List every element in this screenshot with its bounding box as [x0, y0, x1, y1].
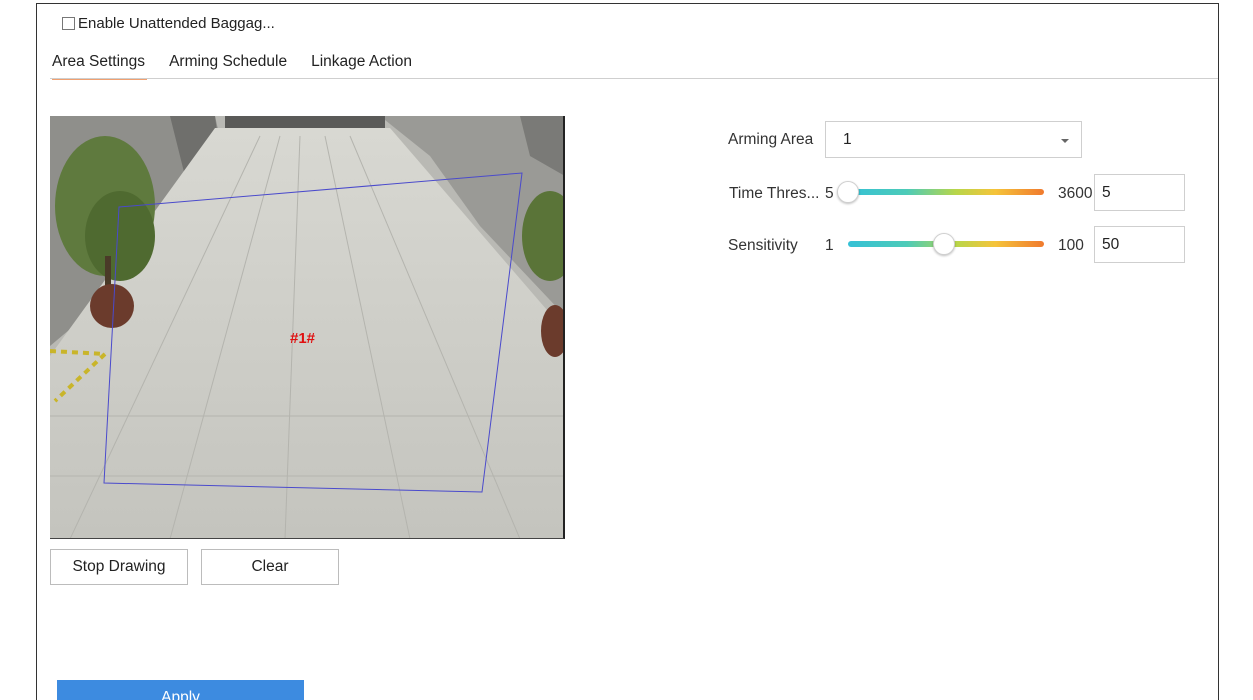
enable-checkbox[interactable]	[62, 16, 75, 30]
time-threshold-label: Time Thres...	[729, 185, 820, 202]
enable-row[interactable]: Enable Unattended Baggag...	[62, 14, 275, 32]
tab-divider	[50, 78, 1218, 79]
camera-preview[interactable]: #1#	[50, 116, 565, 539]
tab-linkage-action[interactable]: Linkage Action	[311, 50, 412, 78]
camera-scene	[50, 116, 563, 538]
tab-area-settings[interactable]: Area Settings	[52, 50, 148, 80]
arming-area-label: Arming Area	[728, 131, 814, 148]
area-label: #1#	[290, 330, 316, 347]
time-threshold-min: 5	[825, 185, 834, 202]
sensitivity-min: 1	[825, 237, 834, 254]
sensitivity-max: 100	[1058, 237, 1084, 254]
apply-button[interactable]: Apply	[57, 680, 304, 700]
tab-bar: Area Settings Arming Schedule Linkage Ac…	[52, 50, 436, 80]
sensitivity-input[interactable]	[1094, 226, 1185, 263]
sensitivity-slider-handle[interactable]	[933, 233, 955, 255]
time-threshold-slider-handle[interactable]	[837, 181, 859, 203]
arming-area-value: 1	[843, 131, 852, 148]
clear-button[interactable]: Clear	[201, 549, 339, 585]
arming-area-select[interactable]: 1	[825, 121, 1082, 158]
time-threshold-slider[interactable]	[848, 189, 1044, 195]
time-threshold-input[interactable]	[1094, 174, 1185, 211]
sensitivity-label: Sensitivity	[728, 237, 798, 254]
stop-drawing-button[interactable]: Stop Drawing	[50, 549, 188, 585]
chevron-down-icon	[1061, 139, 1069, 143]
enable-label: Enable Unattended Baggag...	[78, 14, 275, 32]
time-threshold-max: 3600	[1058, 185, 1093, 202]
tab-arming-schedule[interactable]: Arming Schedule	[169, 50, 287, 78]
